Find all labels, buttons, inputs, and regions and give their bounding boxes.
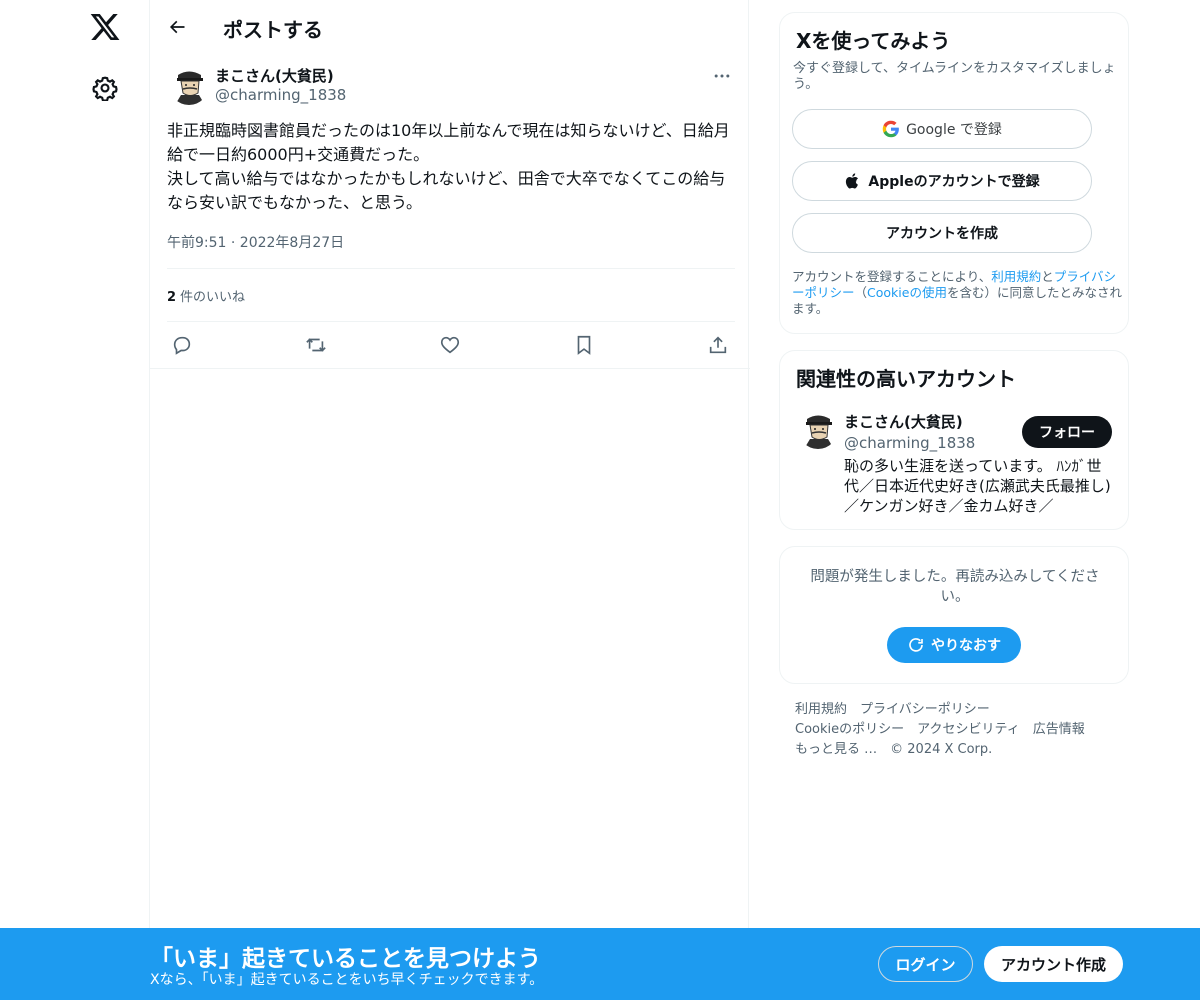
avatar[interactable] <box>169 65 209 105</box>
x-logo-icon[interactable] <box>89 11 121 43</box>
related-account-handle[interactable]: @charming_1838 <box>844 434 975 452</box>
tweet-timestamp[interactable]: 午前9:51 · 2022年8月27日 <box>167 232 344 252</box>
gear-icon[interactable] <box>92 75 118 101</box>
google-icon <box>882 120 899 138</box>
follow-button[interactable]: フォロー <box>1022 416 1112 448</box>
footer-accessibility-link[interactable]: アクセシビリティ <box>917 722 1020 737</box>
terms-of-service-link[interactable]: 利用規約 <box>991 269 1041 284</box>
footer-privacy-link[interactable]: プライバシーポリシー <box>860 702 990 717</box>
terms-text-1: アカウントを登録することにより、 <box>792 269 992 284</box>
retry-label: やりなおす <box>931 638 1001 654</box>
create-account-button[interactable]: アカウントを作成 <box>792 213 1092 253</box>
author-handle[interactable]: @charming_1838 <box>215 86 346 104</box>
apple-signup-button[interactable]: Appleのアカウントで登録 <box>792 161 1092 201</box>
more-options-icon[interactable] <box>712 66 732 86</box>
footer-ads-link[interactable]: 広告情報 <box>1033 722 1085 737</box>
divider <box>150 368 750 369</box>
author-name[interactable]: まこさん(大貧民) <box>215 65 334 86</box>
footer-links: 利用規約 プライバシーポリシー Cookieのポリシー アクセシビリティ 広告情報 も… <box>795 700 1125 760</box>
banner-title: 「いま」起きていることを見つけよう <box>150 946 541 972</box>
google-signup-button[interactable]: Google で登録 <box>792 109 1092 149</box>
bookmark-icon[interactable] <box>573 334 595 356</box>
divider <box>167 268 735 269</box>
likes-number: 2 <box>167 290 177 305</box>
signup-button[interactable]: アカウント作成 <box>984 946 1123 982</box>
main-column: ポストする まこさん(大貧民) @charming_1838 非正規臨時図書館員… <box>149 0 750 1000</box>
avatar-illustration <box>169 65 209 105</box>
related-title: 関連性の高いアカウント <box>796 367 1016 391</box>
terms-text: アカウントを登録することにより、利用規約とプライバシーポリシー（Cookieの使… <box>792 269 1122 317</box>
avatar[interactable] <box>798 409 838 449</box>
login-button[interactable]: ログイン <box>878 946 973 982</box>
footer-more-link[interactable]: もっと見る … <box>795 742 877 757</box>
refresh-icon <box>909 638 923 652</box>
page-title: ポストする <box>223 18 323 42</box>
footer-terms-link[interactable]: 利用規約 <box>795 702 847 717</box>
left-nav <box>0 0 150 1000</box>
share-icon[interactable] <box>707 334 729 356</box>
login-banner: 「いま」起きていることを見つけよう Xなら、「いま」起きていることをいち早くチェ… <box>0 928 1200 1000</box>
likes-count[interactable]: 2 件のいいね <box>167 286 245 305</box>
retry-button[interactable]: やりなおす <box>887 627 1021 663</box>
header: ポストする <box>150 0 750 53</box>
footer-cookie-link[interactable]: Cookieのポリシー <box>795 722 904 737</box>
arrow-left-icon[interactable] <box>167 17 187 37</box>
signup-card: Xを使ってみよう 今すぐ登録して、タイムラインをカスタマイズしましょう。 Goo… <box>779 12 1129 334</box>
signup-subtitle: 今すぐ登録して、タイムラインをカスタマイズしましょう。 <box>793 61 1116 92</box>
related-account-bio: 恥の多い生涯を送っています。 ﾊﾝｶﾞ世代／日本近代史好き(広瀬武夫氏最推し)／… <box>844 457 1111 515</box>
related-accounts-card: 関連性の高いアカウント まこさん(大貧民) @charming_1838 フォロ… <box>779 350 1129 530</box>
signup-title: Xを使ってみよう <box>796 29 951 53</box>
error-card: 問題が発生しました。再読み込みしてください。 やりなおす <box>779 546 1129 684</box>
reply-icon[interactable] <box>171 334 193 356</box>
error-message: 問題が発生しました。再読み込みしてください。 <box>810 569 1100 605</box>
avatar-illustration <box>798 409 838 449</box>
like-icon[interactable] <box>439 334 461 356</box>
terms-text-2: と <box>1041 269 1054 284</box>
terms-text-3: （ <box>854 285 868 300</box>
likes-label: 件のいいね <box>180 290 246 305</box>
divider <box>167 321 735 322</box>
copyright: © 2024 X Corp. <box>890 742 993 757</box>
banner-subtitle: Xなら、「いま」起きていることをいち早くチェックできます。 <box>150 972 544 988</box>
google-signup-label: Google で登録 <box>906 122 1002 138</box>
apple-icon <box>846 173 859 189</box>
related-account-name[interactable]: まこさん(大貧民) <box>844 411 963 432</box>
retweet-icon[interactable] <box>305 334 327 356</box>
cookie-use-link[interactable]: Cookieの使用 <box>867 285 947 300</box>
tweet-text: 非正規臨時図書館員だったのは10年以上前なんで現在は知らないけど、日給月給で一日… <box>167 121 730 212</box>
apple-signup-label: Appleのアカウントで登録 <box>868 174 1040 190</box>
